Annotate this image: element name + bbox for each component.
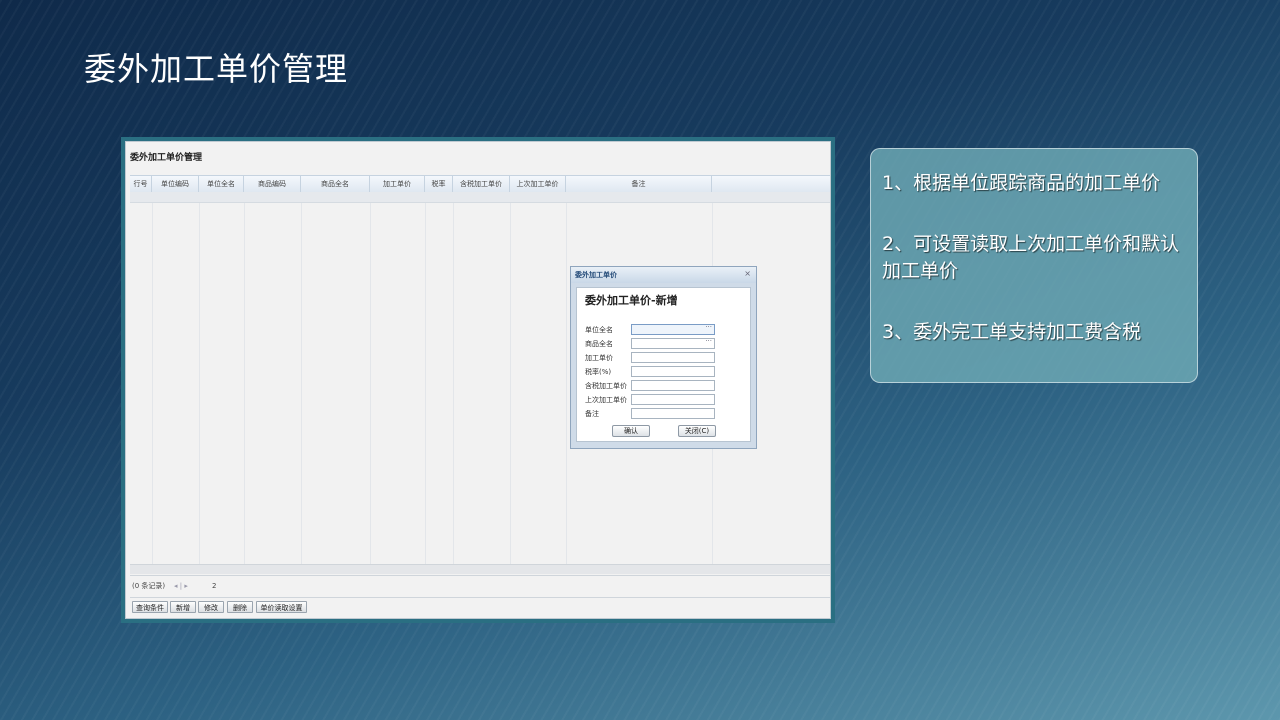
unit-price-input[interactable] <box>631 352 715 363</box>
form-row-tax-price: 含税加工单价 <box>585 380 745 392</box>
column-header-tax-price[interactable]: 含税加工单价 <box>453 176 510 192</box>
edit-button[interactable]: 修改 <box>198 601 224 613</box>
grid-horizontal-scrollbar[interactable] <box>130 564 830 574</box>
dialog-title: 委外加工单价 <box>575 271 617 279</box>
column-header-row-number[interactable]: 行号 <box>130 176 152 192</box>
remarks-label: 备注 <box>585 410 599 418</box>
unit-name-input[interactable]: ··· <box>631 323 715 335</box>
product-name-label: 商品全名 <box>585 340 613 348</box>
column-header-product-code[interactable]: 商品编码 <box>244 176 301 192</box>
last-price-label: 上次加工单价 <box>585 396 627 404</box>
slide-title: 委外加工单价管理 <box>84 50 349 88</box>
form-row-tax-rate: 税率(%) <box>585 366 745 378</box>
form-row-last-price: 上次加工单价 <box>585 394 745 406</box>
column-header-unit-price[interactable]: 加工单价 <box>370 176 425 192</box>
feature-point-2: 2、可设置读取上次加工单价和默认加工单价 <box>882 233 1180 282</box>
delete-button[interactable]: 删除 <box>227 601 253 613</box>
unit-picker-icon[interactable]: ··· <box>705 323 712 331</box>
form-row-product-name: 商品全名 ··· <box>585 337 745 350</box>
pager-page-number: 2 <box>212 582 217 590</box>
column-header-unit-name[interactable]: 单位全名 <box>199 176 244 192</box>
form-row-unit-price: 加工单价 <box>585 352 745 364</box>
price-read-settings-button[interactable]: 单价读取设置 <box>256 601 307 613</box>
add-button[interactable]: 新增 <box>170 601 196 613</box>
app-window: 委外加工单价管理 行号 单位编码 单位全名 商品编码 商品全名 加工单价 税率 … <box>121 137 835 623</box>
dialog-heading: 委外加工单价-新增 <box>585 294 678 307</box>
close-button[interactable]: 关闭(C) <box>678 425 716 437</box>
query-conditions-button[interactable]: 查询条件 <box>132 601 168 613</box>
product-picker-icon[interactable]: ··· <box>705 337 712 345</box>
grid-header: 行号 单位编码 单位全名 商品编码 商品全名 加工单价 税率 含税加工单价 上次… <box>130 175 830 193</box>
app-title: 委外加工单价管理 <box>130 153 203 163</box>
product-name-input[interactable]: ··· <box>631 337 715 349</box>
form-row-unit-name: 单位全名 ··· <box>585 323 745 336</box>
column-header-last-price[interactable]: 上次加工单价 <box>510 176 566 192</box>
feature-point-3: 3、委外完工单支持加工费含税 <box>882 321 1142 343</box>
pager: (0 条记录) ◂ | ▸ 2 <box>130 575 830 596</box>
column-header-unit-code[interactable]: 单位编码 <box>152 176 199 192</box>
feature-list-box: 1、根据单位跟踪商品的加工单价 2、可设置读取上次加工单价和默认加工单价 3、委… <box>870 148 1198 383</box>
app-content: 委外加工单价管理 行号 单位编码 单位全名 商品编码 商品全名 加工单价 税率 … <box>125 141 831 619</box>
record-count: (0 条记录) <box>132 582 166 590</box>
tax-price-label: 含税加工单价 <box>585 382 627 390</box>
column-header-product-name[interactable]: 商品全名 <box>301 176 370 192</box>
close-icon[interactable]: × <box>744 269 751 278</box>
bottom-toolbar: 查询条件 新增 修改 删除 单价读取设置 <box>130 597 830 616</box>
dialog-body: 委外加工单价-新增 单位全名 ··· 商品全名 ··· 加工单价 税率(%) 含… <box>576 287 751 442</box>
dialog-titlebar[interactable]: 委外加工单价 × <box>571 267 756 283</box>
confirm-button[interactable]: 确认 <box>612 425 650 437</box>
form-row-remarks: 备注 <box>585 408 745 420</box>
tax-rate-input[interactable] <box>631 366 715 377</box>
column-header-tax-rate[interactable]: 税率 <box>425 176 453 192</box>
column-header-remarks[interactable]: 备注 <box>566 176 712 192</box>
grid-empty-row[interactable] <box>130 192 830 203</box>
unit-name-label: 单位全名 <box>585 326 613 334</box>
add-price-dialog: 委外加工单价 × 委外加工单价-新增 单位全名 ··· 商品全名 ··· 加工单… <box>570 266 757 449</box>
pager-nav-icon[interactable]: ◂ | ▸ <box>174 576 188 596</box>
remarks-input[interactable] <box>631 408 715 419</box>
last-price-input[interactable] <box>631 394 715 405</box>
feature-point-1: 1、根据单位跟踪商品的加工单价 <box>882 172 1161 194</box>
tax-price-input[interactable] <box>631 380 715 391</box>
tax-rate-label: 税率(%) <box>585 368 612 376</box>
unit-price-label: 加工单价 <box>585 354 613 362</box>
